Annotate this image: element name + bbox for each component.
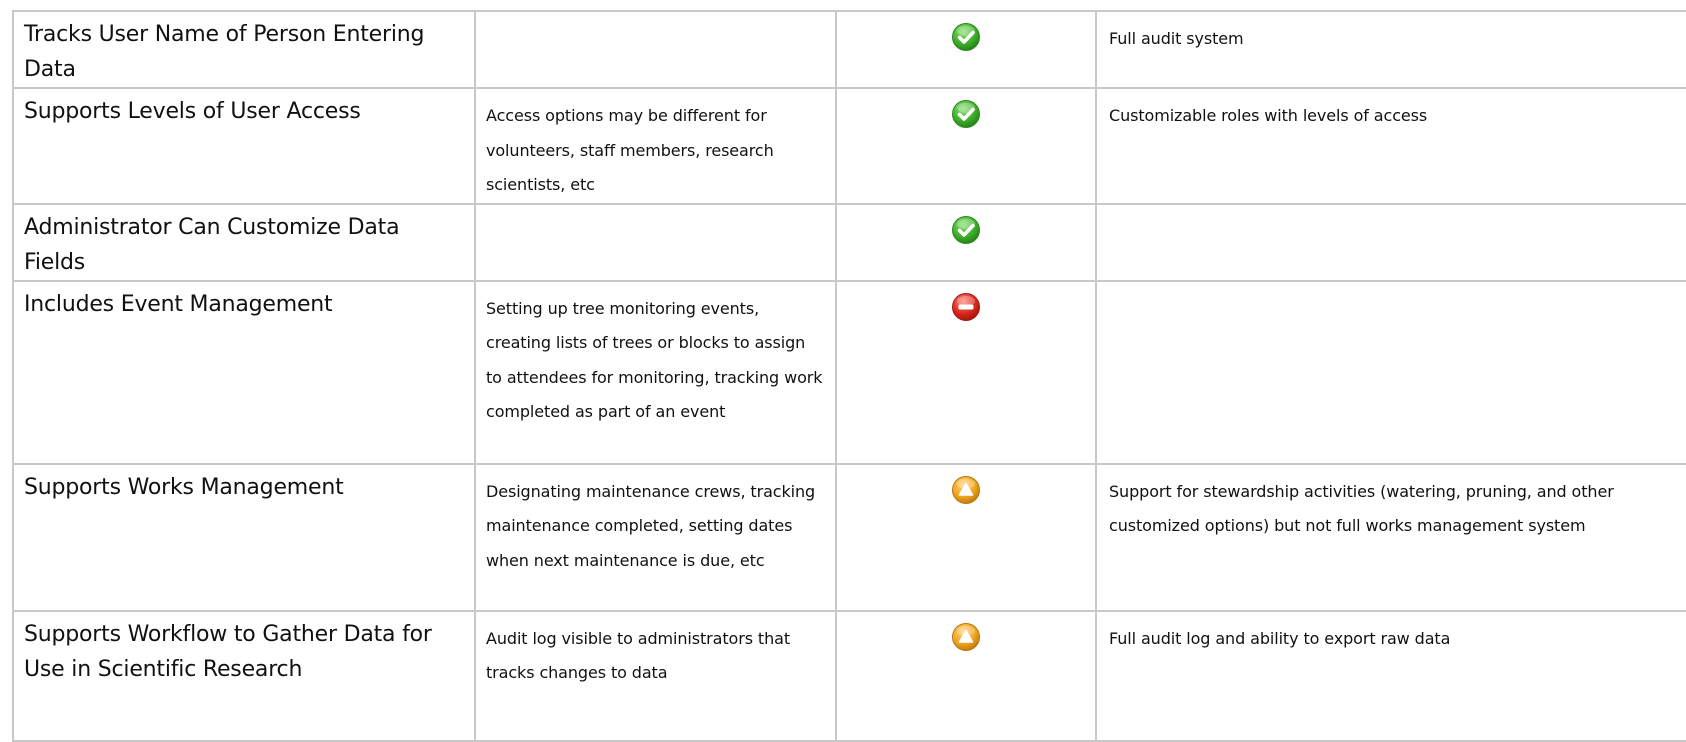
feature-description: Access options may be different for volu… — [486, 106, 774, 194]
notes-cell: Full audit log and ability to export raw… — [1095, 609, 1686, 742]
feature-description — [476, 205, 835, 215]
feature-cell: Tracks User Name of Person Entering Data — [12, 10, 476, 89]
feature-name: Administrator Can Customize Data Fields — [24, 214, 400, 275]
feature-name: Supports Levels of User Access — [24, 99, 361, 124]
feature-description: Audit log visible to administrators that… — [486, 628, 791, 683]
status-cell — [835, 202, 1097, 282]
feature-description: Setting up tree monitoring events, creat… — [486, 298, 823, 422]
green-check-icon — [951, 215, 981, 245]
green-check-icon — [951, 22, 981, 52]
feature-cell: Supports Levels of User Access — [12, 87, 476, 205]
notes-cell — [1095, 202, 1686, 282]
feature-description: Designating maintenance crews, tracking … — [486, 481, 816, 570]
feature-description — [476, 12, 835, 22]
feature-notes — [1097, 282, 1686, 292]
status-cell — [835, 462, 1097, 612]
feature-notes: Customizable roles with levels of access — [1109, 106, 1428, 125]
feature-cell: Administrator Can Customize Data Fields — [12, 202, 476, 282]
notes-cell: Full audit system — [1095, 10, 1686, 89]
feature-notes: Support for stewardship activities (wate… — [1109, 481, 1614, 536]
table-row: Supports Levels of User Access Access op… — [12, 87, 1686, 205]
feature-notes: Full audit log and ability to export raw… — [1109, 628, 1451, 648]
status-cell — [835, 87, 1097, 205]
feature-name: Supports Works Management — [24, 474, 344, 500]
table-row: Supports Workflow to Gather Data for Use… — [12, 609, 1686, 742]
table-row: Includes Event Management Setting up tre… — [12, 279, 1686, 465]
status-cell — [835, 10, 1097, 89]
feature-name: Supports Workflow to Gather Data for Use… — [24, 621, 432, 682]
notes-cell — [1095, 279, 1686, 465]
description-cell: Audit log visible to administrators that… — [474, 609, 837, 742]
table-row: Supports Works Management Designating ma… — [12, 462, 1686, 612]
notes-cell: Customizable roles with levels of access — [1095, 87, 1686, 205]
feature-notes: Full audit system — [1109, 29, 1244, 48]
status-cell — [835, 609, 1097, 742]
description-cell: Setting up tree monitoring events, creat… — [474, 279, 837, 465]
feature-name: Tracks User Name of Person Entering Data — [24, 22, 425, 82]
description-cell: Access options may be different for volu… — [474, 87, 837, 205]
feature-cell: Includes Event Management — [12, 279, 476, 465]
feature-cell: Supports Works Management — [12, 462, 476, 612]
description-cell: Designating maintenance crews, tracking … — [474, 462, 837, 612]
status-cell — [835, 279, 1097, 465]
red-minus-icon — [951, 292, 981, 322]
feature-notes — [1097, 205, 1686, 215]
feature-cell: Supports Workflow to Gather Data for Use… — [12, 609, 476, 742]
table-row: Administrator Can Customize Data Fields — [12, 202, 1686, 282]
description-cell — [474, 202, 837, 282]
orange-triangle-icon — [951, 475, 981, 505]
notes-cell: Support for stewardship activities (wate… — [1095, 462, 1686, 612]
feature-comparison-table: Tracks User Name of Person Entering Data — [12, 10, 1686, 742]
feature-name: Includes Event Management — [24, 291, 333, 317]
table-row: Tracks User Name of Person Entering Data — [12, 10, 1686, 89]
green-check-icon — [951, 99, 981, 129]
orange-triangle-icon — [951, 622, 981, 652]
description-cell — [474, 10, 837, 89]
